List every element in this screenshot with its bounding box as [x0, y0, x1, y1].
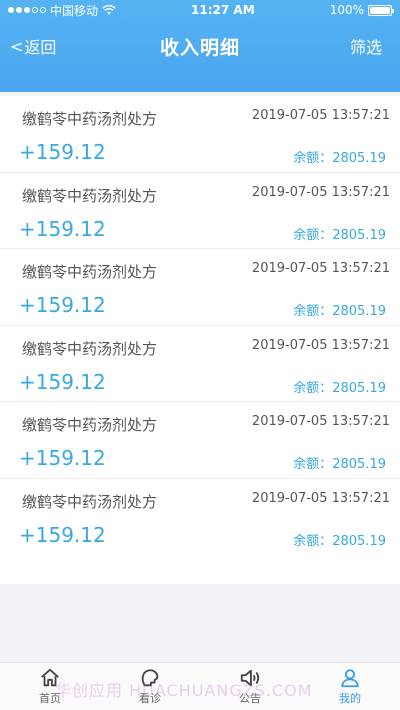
record-title: 缴鹤苓中药汤剂处方 [22, 110, 158, 128]
record-title: 缴鹤苓中药汤剂处方 [22, 339, 158, 358]
record-amount: +159.12 [19, 446, 106, 470]
speaker-icon [240, 669, 260, 687]
record-time: 2019-07-05 13:57:21 [251, 414, 390, 429]
record-time: 2019-07-05 13:57:21 [251, 261, 390, 276]
consult-icon [141, 669, 159, 687]
tab-mine[interactable]: 我的 [300, 663, 400, 710]
tab-consult-label: 看诊 [139, 692, 161, 705]
income-row[interactable]: 缴鹤苓中药汤剂处方 2019-07-05 13:57:21 +159.12 余额… [0, 249, 400, 326]
income-row[interactable]: 缴鹤苓中药汤剂处方 2019-07-05 13:57:21 +159.12 余额… [0, 173, 400, 249]
record-amount: +159.12 [19, 216, 106, 241]
record-title: 缴鹤苓中药汤剂处方 [22, 416, 158, 434]
record-amount: +159.12 [19, 293, 106, 317]
status-left: 中国移动 [8, 2, 116, 19]
page-title: 收入明细 [159, 36, 240, 59]
filter-button[interactable]: 筛选 [350, 34, 382, 58]
battery-percent: 100% [329, 3, 364, 17]
record-title: 缴鹤苓中药汤剂处方 [22, 263, 158, 281]
record-amount: +159.12 [19, 140, 106, 164]
record-balance: 余额：2805.19 [293, 151, 386, 166]
record-time: 2019-07-05 13:57:21 [251, 184, 390, 200]
wifi-icon [102, 5, 116, 15]
chevron-left-icon: < [10, 36, 24, 56]
record-balance: 余额：2805.19 [293, 457, 386, 472]
tab-notice[interactable]: 公告 [200, 663, 300, 710]
user-icon [341, 669, 359, 688]
income-list: 缴鹤苓中药汤剂处方 2019-07-05 13:57:21 +159.12 余额… [0, 96, 400, 584]
income-row[interactable]: 缴鹤苓中药汤剂处方 2019-07-05 13:57:21 +159.12 余额… [0, 326, 400, 402]
home-icon [41, 668, 59, 687]
tab-consult[interactable]: 看诊 [100, 663, 200, 710]
income-row[interactable]: 缴鹤苓中药汤剂处方 2019-07-05 13:57:21 +159.12 余额… [0, 402, 400, 479]
tab-notice-label: 公告 [239, 692, 261, 705]
status-bar: 中国移动 11:27 AM 100% [0, 0, 400, 20]
record-amount: +159.12 [19, 522, 106, 547]
tab-home[interactable]: 首页 [0, 663, 100, 710]
record-title: 缴鹤苓中药汤剂处方 [22, 492, 158, 511]
back-button[interactable]: < 返回 [10, 34, 56, 58]
record-balance: 余额：2805.19 [293, 304, 386, 319]
income-row[interactable]: 缴鹤苓中药汤剂处方 2019-07-05 13:57:21 +159.12 余额… [0, 479, 400, 556]
status-right: 100% [329, 3, 394, 17]
record-time: 2019-07-05 13:57:21 [251, 108, 390, 123]
signal-strength-icon [8, 7, 46, 13]
record-time: 2019-07-05 13:57:21 [251, 490, 390, 506]
record-amount: +159.12 [19, 369, 106, 394]
back-label: 返回 [24, 38, 57, 57]
record-balance: 余额：2805.19 [293, 380, 386, 396]
record-title: 缴鹤苓中药汤剂处方 [22, 186, 158, 205]
record-balance: 余额：2805.19 [293, 533, 386, 549]
record-time: 2019-07-05 13:57:21 [251, 337, 390, 353]
status-time: 11:27 AM [191, 3, 255, 17]
income-row[interactable]: 缴鹤苓中药汤剂处方 2019-07-05 13:57:21 +159.12 余额… [0, 96, 400, 173]
battery-icon [368, 4, 394, 16]
nav-bar: < 返回 收入明细 筛选 [0, 20, 400, 72]
tab-bar: 首页 看诊 公告 我的 [0, 662, 400, 710]
header: 中国移动 11:27 AM 100% < 返回 收入明细 筛选 [0, 0, 400, 92]
tab-home-label: 首页 [39, 692, 61, 705]
tab-mine-label: 我的 [339, 692, 361, 705]
record-balance: 余额：2805.19 [293, 227, 386, 243]
carrier-label: 中国移动 [50, 3, 99, 18]
